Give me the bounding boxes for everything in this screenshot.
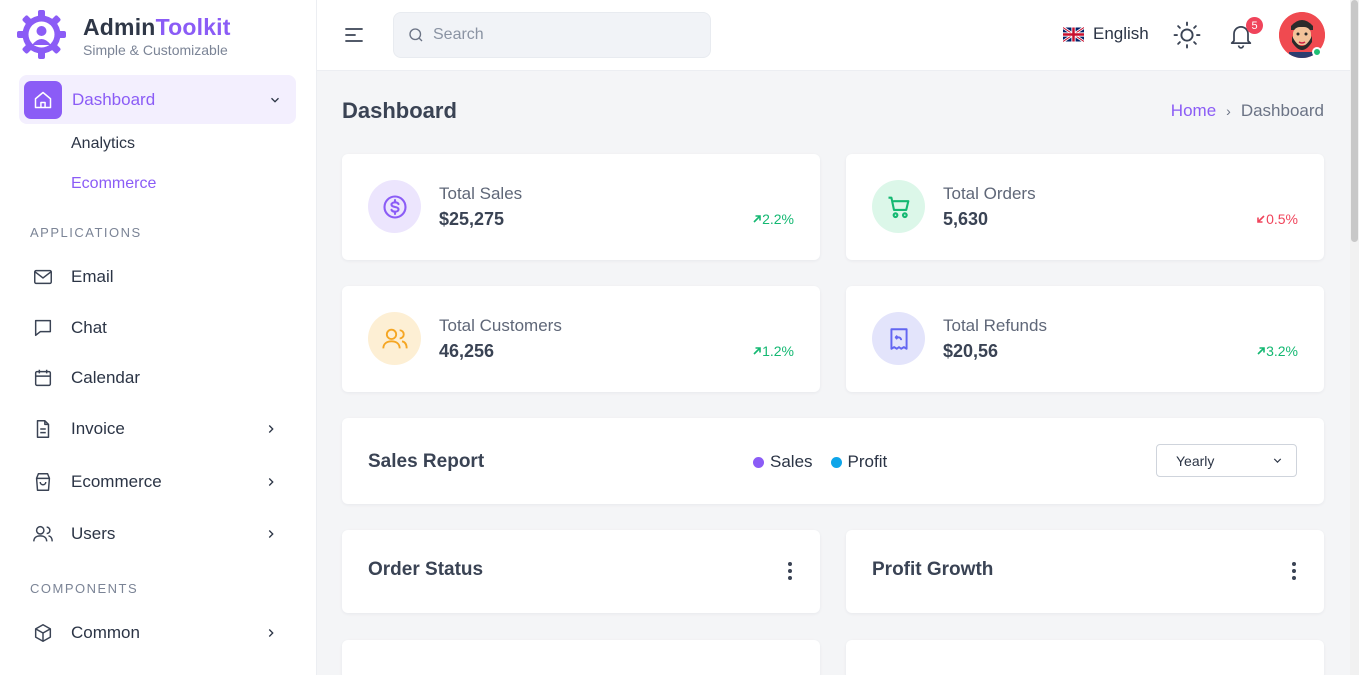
stat-change: 0.5% — [1256, 211, 1298, 227]
sidebar-item-label: Chat — [71, 318, 107, 337]
page-title: Dashboard — [342, 98, 457, 123]
cart-icon — [872, 180, 925, 233]
panel-card-cut — [342, 640, 820, 675]
brand-tagline: Simple & Customizable — [83, 41, 228, 58]
breadcrumb: Home › Dashboard — [1171, 101, 1324, 121]
chevron-down-icon — [1271, 454, 1284, 467]
stat-change: 1.2% — [752, 343, 794, 359]
sidebar-item-invoice[interactable]: Invoice — [30, 414, 286, 444]
section-title-applications: APPLICATIONS — [30, 225, 142, 240]
top-header: English 5 — [317, 0, 1359, 71]
section-title-components: COMPONENTS — [30, 581, 139, 596]
users-icon — [368, 312, 421, 365]
profit-growth-title: Profit Growth — [872, 559, 994, 580]
period-select[interactable]: Yearly — [1156, 444, 1297, 477]
mail-icon — [30, 265, 55, 290]
breadcrumb-home[interactable]: Home — [1171, 101, 1216, 121]
sidebar-item-users[interactable]: Users — [30, 519, 286, 549]
stat-value: $25,275 — [439, 209, 505, 229]
sidebar-item-label: Common — [71, 623, 140, 642]
uk-flag-icon — [1063, 26, 1084, 42]
stat-change: 2.2% — [752, 211, 794, 227]
chevron-right-icon — [264, 626, 278, 640]
more-vertical-icon[interactable] — [1292, 562, 1296, 580]
brand[interactable]: AdminToolkit Simple & Customizable — [16, 9, 231, 60]
shopping-bag-icon — [30, 470, 55, 495]
stat-value: 46,256 — [439, 341, 495, 361]
stat-label: Total Refunds — [943, 316, 1047, 335]
file-icon — [30, 417, 55, 442]
chevron-right-icon — [264, 475, 278, 489]
sidebar-item-label: Invoice — [71, 419, 125, 438]
arrow-up-right-icon — [1257, 347, 1265, 355]
sidebar-item-ecommerce[interactable]: Ecommerce — [30, 467, 286, 497]
calendar-icon — [30, 366, 55, 391]
more-vertical-icon[interactable] — [788, 562, 792, 580]
arrow-down-left-icon — [1257, 215, 1265, 223]
arrow-up-right-icon — [753, 215, 761, 223]
stat-change: 3.2% — [1256, 343, 1298, 359]
users-icon — [30, 522, 55, 547]
sidebar-item-dashboard[interactable]: Dashboard — [19, 75, 296, 124]
online-status-dot — [1312, 47, 1322, 57]
stat-label: Total Sales — [439, 184, 523, 203]
order-status-title: Order Status — [368, 559, 484, 580]
chevron-right-icon — [264, 422, 278, 436]
sidebar: AdminToolkit Simple & Customizable Dashb… — [0, 0, 317, 675]
panel-card-cut — [846, 640, 1324, 675]
stat-card-total-refunds: Total Refunds $20,56 3.2% — [846, 286, 1324, 392]
sales-report-card: Sales Report Sales Profit Yearly — [342, 418, 1324, 504]
box-icon — [30, 621, 55, 646]
sidebar-item-chat[interactable]: Chat — [30, 313, 286, 343]
sidebar-item-label: Users — [71, 524, 116, 543]
language-selector[interactable]: English — [1063, 24, 1149, 44]
chevron-down-icon — [268, 93, 282, 107]
sidebar-item-calendar[interactable]: Calendar — [30, 363, 286, 393]
page-scrollbar[interactable] — [1350, 0, 1359, 675]
sales-report-title: Sales Report — [368, 451, 485, 472]
stat-value: 5,630 — [943, 209, 989, 229]
stat-card-total-orders: Total Orders 5,630 0.5% — [846, 154, 1324, 260]
search-box — [393, 12, 711, 58]
sidebar-subitem-analytics[interactable]: Analytics — [71, 135, 135, 153]
legend-item-sales[interactable]: Sales — [753, 452, 813, 472]
search-input[interactable] — [433, 26, 683, 44]
order-status-card: Order Status — [342, 530, 820, 613]
sidebar-item-email[interactable]: Email — [30, 262, 286, 292]
chat-icon — [30, 316, 55, 341]
stat-value: $20,56 — [943, 341, 999, 361]
sidebar-item-label: Ecommerce — [71, 472, 162, 491]
menu-toggle-icon[interactable] — [344, 25, 364, 50]
chevron-right-icon — [264, 527, 278, 541]
sidebar-item-label: Calendar — [71, 368, 140, 387]
breadcrumb-current: Dashboard — [1240, 101, 1324, 120]
legend-item-profit[interactable]: Profit — [830, 452, 887, 472]
chevron-right-icon: › — [1226, 103, 1231, 119]
arrow-up-right-icon — [753, 347, 761, 355]
sidebar-item-common[interactable]: Common — [30, 618, 286, 648]
stat-card-total-customers: Total Customers 46,256 1.2% — [342, 286, 820, 392]
receipt-refund-icon — [872, 312, 925, 365]
profit-growth-card: Profit Growth — [846, 530, 1324, 613]
logo-icon — [17, 10, 66, 59]
sidebar-item-label: Dashboard — [72, 89, 156, 109]
stat-label: Total Orders — [943, 184, 1036, 203]
language-label: English — [1093, 24, 1149, 43]
chart-legend: Sales Profit — [753, 452, 905, 472]
search-icon — [407, 26, 425, 44]
dollar-icon — [368, 180, 421, 233]
stat-card-total-sales: Total Sales $25,275 2.2% — [342, 154, 820, 260]
sun-icon[interactable] — [1172, 20, 1202, 55]
stat-label: Total Customers — [439, 316, 562, 335]
brand-name: AdminToolkit — [83, 13, 231, 40]
sidebar-item-label: Email — [71, 267, 114, 286]
home-icon — [24, 80, 62, 119]
sidebar-subitem-ecommerce[interactable]: Ecommerce — [71, 175, 156, 193]
scrollbar-thumb[interactable] — [1351, 0, 1358, 242]
notification-badge: 5 — [1246, 17, 1263, 34]
